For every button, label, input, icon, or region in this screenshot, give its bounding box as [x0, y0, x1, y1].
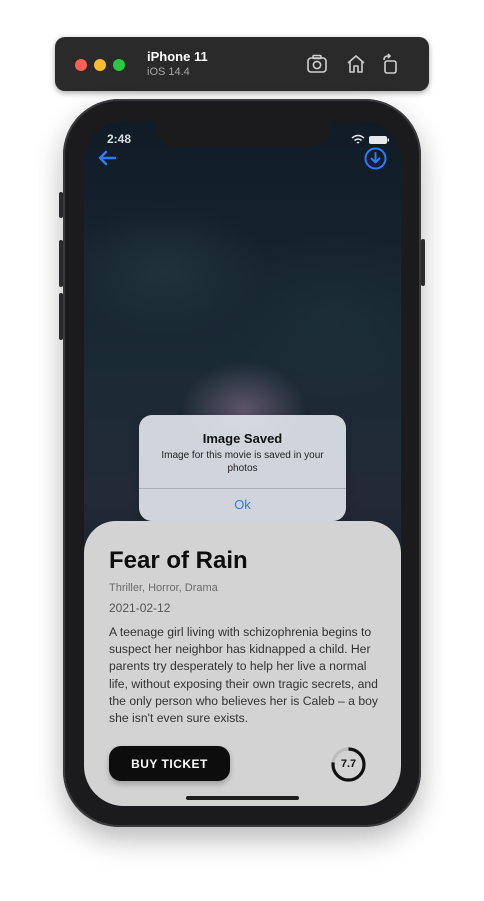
back-arrow-icon[interactable] [96, 147, 118, 169]
release-date: 2021-02-12 [109, 601, 171, 615]
volume-down-button [59, 293, 63, 340]
volume-up-button [59, 240, 63, 287]
simulator-toolbar: iPhone 11 iOS 14.4 [55, 37, 429, 91]
os-version: iOS 14.4 [147, 66, 190, 78]
device-name: iPhone 11 [147, 49, 208, 64]
movie-detail-card: Fear of Rain Thriller, Horror, Drama 202… [84, 521, 401, 806]
movie-genres: Thriller, Horror, Drama [109, 582, 218, 594]
alert-message: Image for this movie is saved in your ph… [161, 450, 324, 474]
alert-title: Image Saved [202, 431, 283, 446]
download-icon[interactable] [364, 147, 387, 170]
home-icon[interactable] [344, 52, 368, 76]
rating-value: 7.7 [340, 758, 357, 770]
status-time: 2:48 [107, 132, 132, 146]
close-window-button[interactable] [75, 59, 87, 71]
power-button [421, 239, 425, 286]
rotate-icon[interactable] [379, 52, 403, 76]
home-indicator[interactable] [186, 796, 299, 800]
notch [155, 121, 331, 147]
rating-gauge: 7.7 [330, 746, 367, 783]
movie-overview: A teenage girl living with schizophrenia… [109, 625, 378, 726]
mute-switch [59, 192, 63, 218]
image-saved-alert: Image Saved Image for this movie is save… [139, 415, 346, 521]
screenshot-icon[interactable] [305, 52, 329, 76]
zoom-window-button[interactable] [113, 59, 125, 71]
movie-title: Fear of Rain [109, 547, 248, 574]
alert-ok-button[interactable]: Ok [139, 489, 346, 521]
minimize-window-button[interactable] [94, 59, 106, 71]
status-icons [350, 133, 390, 145]
buy-ticket-button[interactable]: BUY TICKET [109, 746, 230, 781]
